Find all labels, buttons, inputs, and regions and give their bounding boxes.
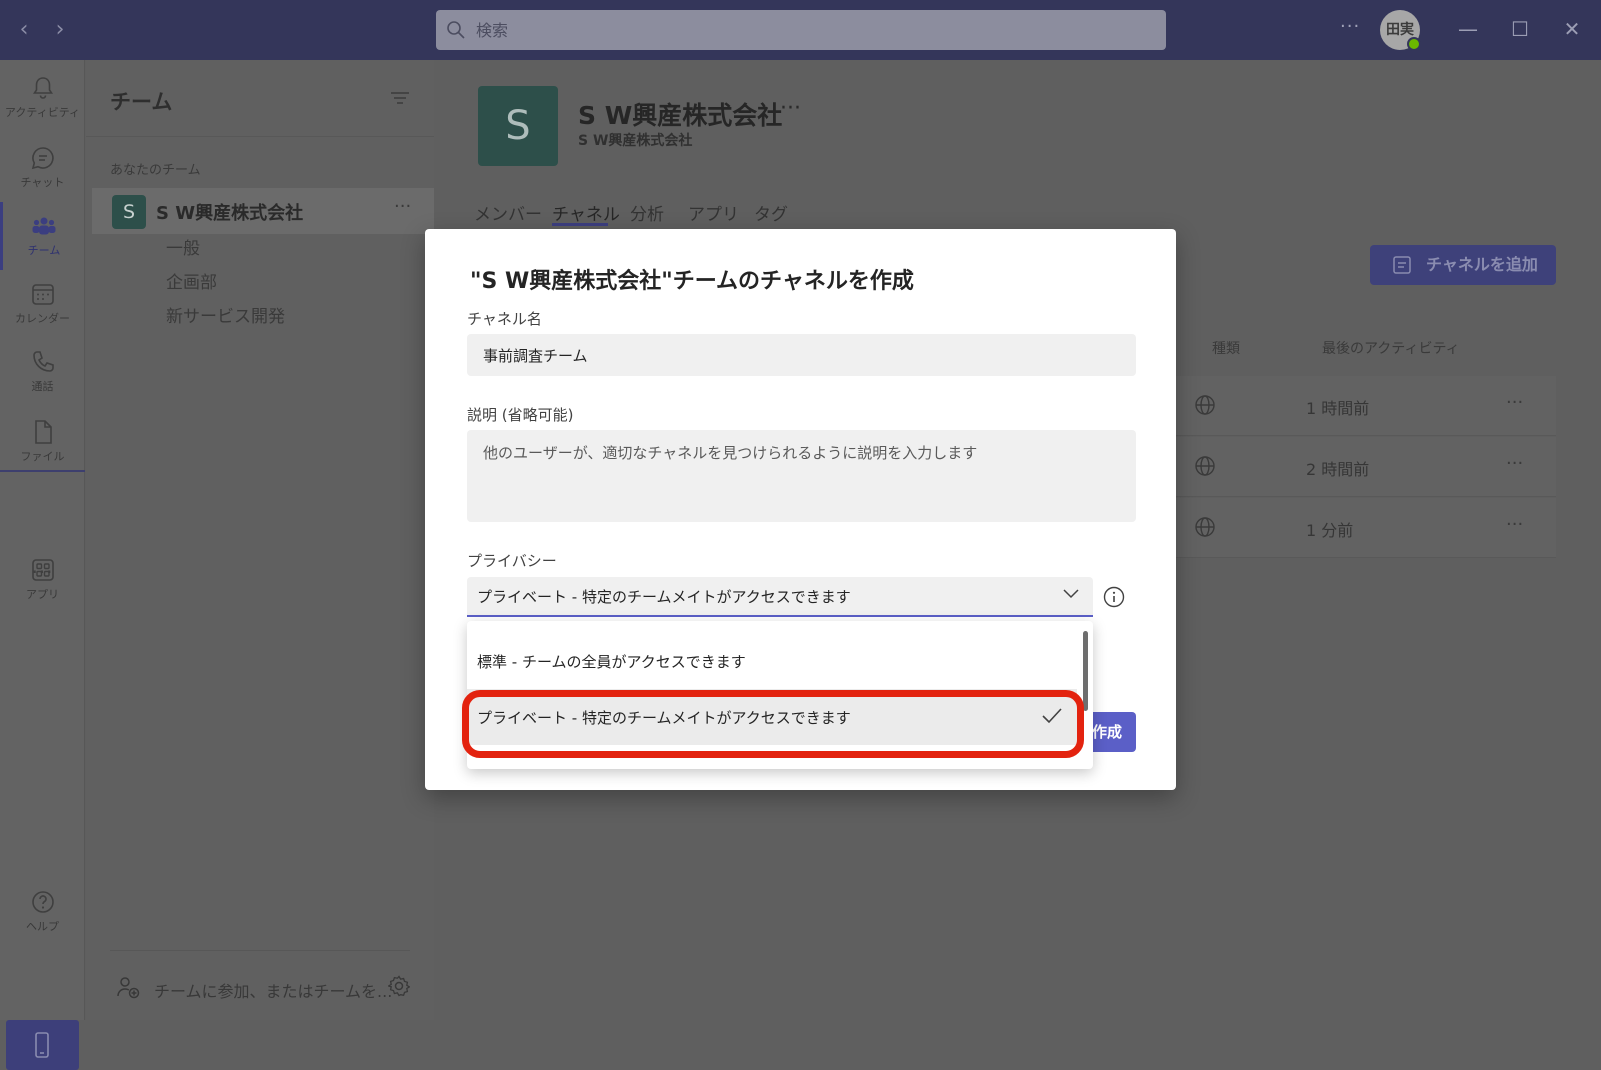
rail-item-label: チャット [20,176,65,189]
channel-item[interactable]: 新サービス開発 [166,302,285,327]
search-icon [447,21,465,39]
table-row[interactable]: 2 時間前 ··· [1154,437,1556,497]
last-activity-value: 2 時間前 [1306,460,1370,479]
tab-channels[interactable]: チャネル [552,200,620,225]
channel-name-label: チャネル名 [467,310,542,328]
teams-icon [32,217,56,235]
apps-icon [31,559,54,581]
globe-icon [1195,517,1215,537]
join-team-link[interactable]: チームに参加、またはチームを... [154,978,392,1002]
bell-icon [32,77,53,99]
more-options-icon[interactable]: ··· [1340,16,1360,37]
dropdown-scrollbar[interactable] [1083,631,1088,711]
globe-icon [1195,456,1215,476]
title-more-icon[interactable]: ··· [780,96,801,121]
team-list-panel: チーム あなたのチーム S S W興産株式会社 ··· 一般 企画部 新サービス… [86,60,434,1020]
maximize-icon[interactable]: ☐ [1506,15,1534,43]
help-icon [31,891,54,913]
column-header-last-activity: 最後のアクティビティ [1322,341,1460,357]
info-icon[interactable] [1103,586,1125,608]
privacy-option-standard[interactable]: 標準 - チームの全員がアクセスできます [467,633,1077,689]
row-more-icon[interactable]: ··· [1506,514,1523,535]
channel-item[interactable]: 一般 [166,234,200,259]
active-tab-indicator [552,223,608,226]
team-name: S W興産株式会社 [156,203,304,224]
back-arrow-icon[interactable]: ‹ [12,18,36,42]
row-more-icon[interactable]: ··· [1506,453,1523,474]
row-more-icon[interactable]: ··· [1506,392,1523,413]
team-item[interactable]: S S W興産株式会社 ··· [92,188,434,234]
calendar-icon [31,284,54,305]
channel-name-input[interactable] [467,334,1136,376]
table-row[interactable]: 1 時間前 ··· [1154,376,1556,436]
app-rail: アクティビティ チャット チーム カレンダー 通話 ファイル ··· アプリ ヘ… [0,60,85,1070]
mobile-phone-icon [35,1032,49,1058]
team-more-icon[interactable]: ··· [394,196,411,217]
status-available-icon [1407,37,1421,51]
channel-item[interactable]: 企画部 [166,268,217,293]
tab-members[interactable]: メンバー [474,200,542,225]
rail-item-label: ファイル [20,450,65,463]
filter-icon[interactable] [390,90,410,106]
tab-apps[interactable]: アプリ [688,200,739,225]
tab-analytics[interactable]: 分析 [630,200,664,225]
last-activity-value: 1 時間前 [1306,399,1370,418]
privacy-selected-value: プライベート - 特定のチームメイトがアクセスできます [477,588,851,606]
rail-item-chat[interactable]: チャット [0,134,85,202]
divider [86,136,434,137]
search-input[interactable] [474,10,1154,50]
rail-item-help[interactable]: ヘルプ [0,878,85,946]
chat-icon [31,147,54,170]
page-subtitle: S W興産株式会社 [578,133,693,149]
table-row[interactable]: 1 分前 ··· [1154,498,1556,558]
description-input[interactable] [467,430,1136,522]
section-label: あなたのチーム [110,163,201,178]
team-badge: S [112,195,146,229]
divider [110,950,410,951]
globe-icon [1195,395,1215,415]
panel-title: チーム [110,90,173,114]
minimize-icon[interactable]: — [1454,15,1482,43]
rail-item-label: チーム [27,244,61,257]
join-team-icon[interactable] [116,975,140,999]
rail-item-teams[interactable]: チーム [0,202,85,270]
channel-add-icon [1393,256,1411,274]
rail-item-activity[interactable]: アクティビティ [0,64,85,132]
tab-tags[interactable]: タグ [754,200,788,225]
add-channel-label: チャネルを追加 [1426,255,1538,274]
privacy-select[interactable]: プライベート - 特定のチームメイトがアクセスできます [467,577,1093,617]
search-box[interactable] [436,10,1166,50]
download-mobile-button[interactable] [6,1020,79,1070]
file-icon [34,420,52,444]
rail-item-calls[interactable]: 通話 [0,338,85,406]
forward-arrow-icon[interactable]: › [48,18,72,42]
rail-item-label: アクティビティ [4,106,81,119]
dialog-title: "S W興産株式会社"チームのチャネルを作成 [470,269,914,294]
rail-item-label: カレンダー [15,312,70,325]
close-icon[interactable]: ✕ [1558,15,1586,43]
rail-item-label: ヘルプ [26,920,59,933]
chevron-down-icon [1063,589,1079,599]
rail-item-files[interactable]: ファイル [0,408,85,476]
page-title: S W興産株式会社 [578,101,783,130]
description-label: 説明 (省略可能) [467,406,574,424]
privacy-label: プライバシー [467,552,557,570]
rail-item-label: 通話 [31,380,54,393]
option-label: 標準 - チームの全員がアクセスできます [477,653,746,671]
rail-item-apps[interactable]: アプリ [0,546,85,614]
last-activity-value: 1 分前 [1306,521,1354,540]
title-bar: ‹ › ··· 田実 — ☐ ✕ [0,0,1601,60]
gear-icon[interactable] [388,975,410,997]
column-header-type: 種類 [1212,341,1240,357]
highlight-annotation [462,690,1084,758]
phone-icon [32,351,54,372]
rail-item-calendar[interactable]: カレンダー [0,270,85,338]
rail-item-label: アプリ [26,588,59,601]
add-channel-button[interactable]: チャネルを追加 [1370,245,1556,285]
team-logo: S [478,86,558,166]
